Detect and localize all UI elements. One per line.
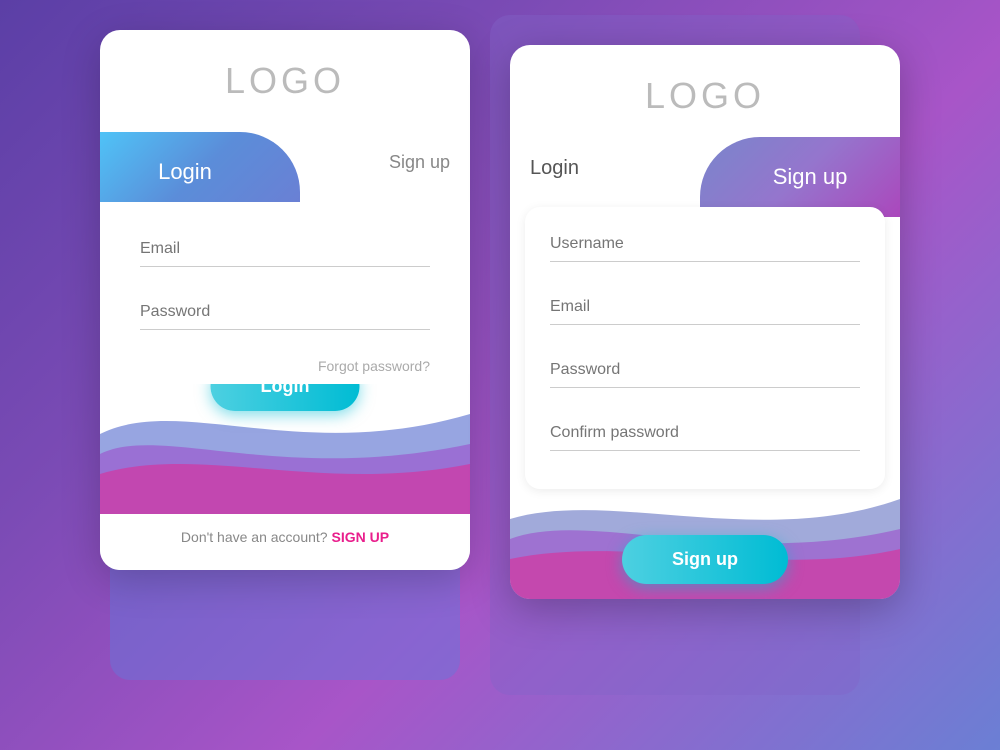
password-input[interactable]	[140, 295, 430, 330]
signup-form-card	[525, 207, 885, 489]
signup-tab-active[interactable]: Sign up	[700, 137, 900, 217]
login-tab-active[interactable]: Login	[100, 132, 300, 212]
signup-logo: LOGO	[645, 75, 765, 116]
login-signup-tab-label: Sign up	[389, 152, 450, 173]
login-tab-label: Login	[158, 159, 212, 185]
signup-tab-label: Sign up	[773, 164, 848, 190]
login-button[interactable]: Login	[211, 384, 360, 411]
login-form: Forgot password?	[100, 202, 470, 374]
username-field-wrapper	[550, 227, 860, 262]
signup-card: LOGO Login Sign up	[510, 45, 900, 599]
signup-button[interactable]: Sign up	[622, 535, 788, 584]
signup-button-wrapper: Sign up	[622, 535, 788, 584]
login-card: LOGO Login Sign up Forgot password?	[100, 30, 470, 570]
login-logo: LOGO	[225, 60, 345, 101]
signup-card-wrapper: LOGO Login Sign up	[510, 45, 900, 725]
signup-email-field-wrapper	[550, 290, 860, 325]
signup-link[interactable]: SIGN UP	[331, 529, 389, 545]
signup-password-field-wrapper	[550, 353, 860, 388]
username-input[interactable]	[550, 227, 860, 262]
signup-logo-area: LOGO	[510, 45, 900, 137]
email-field-wrapper	[140, 232, 430, 267]
password-field-wrapper	[140, 295, 430, 330]
signup-tab-login[interactable]: Login	[530, 157, 579, 180]
email-input[interactable]	[140, 232, 430, 267]
login-tabs: Login Sign up	[100, 132, 470, 202]
signup-tabs: Login Sign up	[510, 137, 900, 207]
signup-email-input[interactable]	[550, 290, 860, 325]
cards-container: LOGO Login Sign up Forgot password?	[0, 0, 1000, 750]
signup-password-input[interactable]	[550, 353, 860, 388]
login-wave-area: Login	[100, 384, 470, 514]
login-card-wrapper: LOGO Login Sign up Forgot password?	[100, 30, 470, 690]
confirm-password-input[interactable]	[550, 416, 860, 451]
login-logo-area: LOGO	[100, 30, 470, 122]
no-account-text: Don't have an account?	[181, 529, 328, 545]
signup-login-tab-label: Login	[530, 157, 579, 180]
login-tab-signup[interactable]: Sign up	[389, 152, 450, 173]
login-card-bottom: Don't have an account? SIGN UP	[100, 514, 470, 570]
signup-wave-area: Sign up	[510, 479, 900, 599]
forgot-password-text[interactable]: Forgot password?	[140, 358, 430, 374]
confirm-password-field-wrapper	[550, 416, 860, 451]
login-button-wrapper: Login	[211, 384, 360, 411]
